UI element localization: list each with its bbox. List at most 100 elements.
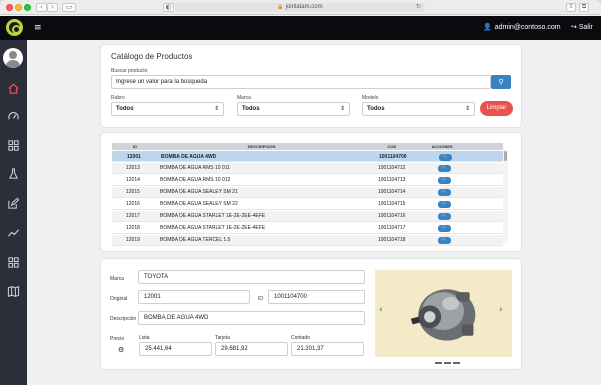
table-row[interactable]: 12017 BOMBA DE AGUA STARLET 1E-2E-2EE-4EF… — [112, 211, 503, 222]
close-window-button[interactable] — [6, 4, 13, 11]
clear-button[interactable]: Limpiar — [480, 101, 513, 116]
modelo-select[interactable]: Todos ⇕ — [362, 102, 475, 116]
table-row[interactable]: 12016 BOMBA DE AGUA SEALEY SM 22 100110471… — [112, 199, 503, 210]
gear-icon[interactable]: ⚙ — [118, 346, 124, 354]
column-header-acciones: ACCIONES — [431, 144, 453, 149]
logout-label: Salir — [578, 24, 593, 31]
tabs-icon[interactable]: ⧉ — [579, 3, 589, 12]
row-description: BOMBA DE AGUA RMS 10 012 — [160, 177, 231, 183]
address-bar[interactable]: 🔒 joinlatam.com — [175, 3, 425, 12]
search-label: Buscar producto — [111, 68, 148, 74]
row-description: BOMBA DE AGUA RMS 10 011 — [160, 165, 230, 171]
edit-icon[interactable] — [7, 197, 20, 210]
table-row[interactable]: 12015 BOMBA DE AGUA SEALEY SM 21 100110471… — [112, 187, 503, 198]
lock-icon: 🔒 — [277, 4, 284, 10]
carousel-indicator[interactable] — [453, 362, 460, 364]
tarjeta-field[interactable]: 29.681,92 — [215, 342, 288, 356]
back-button[interactable]: ‹ — [36, 3, 47, 12]
table-row[interactable]: 12019 BOMBA DE AGUA TERCEL 1.5 1001104718 🛒 — [112, 235, 503, 246]
rubro-select[interactable]: Todos ⇕ — [111, 102, 224, 116]
carousel-indicator[interactable] — [435, 362, 442, 364]
row-description: BOMBA DE AGUA SEALEY SM 21 — [160, 189, 238, 195]
table-scrollbar[interactable] — [503, 150, 508, 243]
scrollbar-thumb[interactable] — [504, 151, 507, 161]
original-label: Original — [110, 296, 128, 302]
row-cod: 1001104716 — [378, 213, 406, 219]
logout-button[interactable]: ↪ Salir — [571, 23, 593, 31]
table-row[interactable]: 12013 BOMBA DE AGUA RMS 10 011 1001104712 🛒 — [112, 163, 503, 174]
user-menu[interactable]: 👤 admin@contoso.com — [483, 23, 561, 31]
table-row[interactable]: 12018 BOMBA DE AGUA STARLET 1E-2E-2EE-4EF… — [112, 223, 503, 234]
forward-button[interactable]: › — [47, 3, 58, 12]
logout-icon: ↪ — [571, 23, 577, 31]
descripcion-field[interactable]: BOMBA DE AGUA 4WD — [138, 311, 365, 325]
dashboard-gauge-icon[interactable] — [7, 110, 20, 123]
browser-toolbar: ‹ › ▭ ◐ 🔒 joinlatam.com ↻ ⇪ ⧉ — [0, 0, 601, 15]
column-header-cod[interactable]: COD — [365, 143, 419, 150]
add-to-cart-button[interactable]: 🛒 — [438, 213, 451, 220]
add-to-cart-button[interactable]: 🛒 — [438, 201, 451, 208]
rubro-value: Todos — [116, 106, 134, 112]
row-cod: 1001104715 — [378, 201, 406, 207]
add-to-cart-button[interactable]: 🛒 — [438, 165, 451, 172]
sidebar — [0, 40, 27, 385]
reload-icon[interactable]: ↻ — [416, 3, 421, 10]
home-icon[interactable] — [7, 82, 20, 95]
row-cod: 1001104717 — [378, 225, 406, 231]
chevron-updown-icon: ⇕ — [213, 105, 219, 112]
marca-select[interactable]: Todos ⇕ — [237, 102, 350, 116]
chevron-updown-icon: ⇕ — [339, 105, 345, 112]
water-pump-image — [410, 289, 476, 341]
original-field[interactable]: 12001 — [138, 290, 250, 304]
table-row[interactable]: 12001 BOMBA DE AGUA 4WD 1001104700 🛒 — [112, 151, 503, 162]
cart-icon: 🛒 — [441, 189, 448, 195]
marca-label: Marca — [237, 95, 251, 101]
row-cod: 1001104714 — [378, 189, 406, 195]
map-icon[interactable] — [7, 285, 20, 298]
add-to-cart-button[interactable]: 🛒 — [438, 237, 451, 244]
flask-icon[interactable] — [7, 167, 20, 180]
menu-icon[interactable]: ≡ — [34, 23, 42, 33]
contado-field[interactable]: 21.201,37 — [291, 342, 364, 356]
row-id: 12014 — [126, 177, 140, 183]
avatar[interactable] — [3, 48, 23, 68]
cart-icon: 🛒 — [441, 225, 448, 231]
cart-icon: 🛒 — [442, 154, 449, 160]
table-row[interactable]: 12014 BOMBA DE AGUA RMS 10 012 1001104713 🛒 — [112, 175, 503, 186]
modelo-label: Modelo — [362, 95, 379, 101]
cart-icon: 🛒 — [441, 201, 448, 207]
chart-line-icon[interactable] — [7, 226, 20, 239]
row-id: 12016 — [126, 201, 140, 207]
add-to-cart-button[interactable]: 🛒 — [438, 225, 451, 232]
row-cod: 1001104713 — [378, 177, 406, 183]
table-header: ID DESCRIPCION COD ACCIONES — [112, 143, 503, 150]
search-button[interactable]: ⚲ — [491, 75, 511, 89]
marca-field[interactable]: TOYOTA — [138, 270, 365, 284]
sidebar-toggle-icon[interactable]: ▭ — [62, 3, 76, 12]
column-header-descripcion[interactable]: DESCRIPCION — [158, 143, 365, 150]
marca-detail-label: Marca — [110, 276, 124, 282]
add-to-cart-button[interactable]: 🛒 — [438, 189, 451, 196]
grid-icon[interactable] — [7, 139, 20, 152]
modelo-value: Todos — [367, 106, 385, 112]
minimize-window-button[interactable] — [15, 4, 22, 11]
chevron-right-icon[interactable]: › — [499, 305, 503, 315]
row-cod: 1001104712 — [378, 165, 406, 171]
share-icon[interactable]: ⇪ — [566, 3, 576, 12]
page-title: Catálogo de Productos — [111, 52, 193, 61]
cart-icon: 🛒 — [441, 165, 448, 171]
search-input[interactable]: Ingrese un valor para la búsqueda — [111, 75, 491, 89]
column-header-id[interactable]: ID — [112, 143, 158, 150]
lista-field[interactable]: 25.441,64 — [139, 342, 212, 356]
row-id: 12013 — [126, 165, 140, 171]
apps-grid-icon[interactable] — [7, 256, 20, 269]
add-to-cart-button[interactable]: 🛒 — [439, 154, 452, 161]
shield-icon[interactable]: ◐ — [163, 3, 174, 12]
maximize-window-button[interactable] — [24, 4, 31, 11]
carousel-indicator[interactable] — [444, 362, 451, 364]
id-field[interactable]: 1001104700 — [268, 290, 365, 304]
add-to-cart-button[interactable]: 🛒 — [438, 177, 451, 184]
chevron-left-icon[interactable]: ‹ — [379, 305, 383, 315]
logo-icon — [6, 19, 23, 36]
rubro-label: Rubro — [111, 95, 125, 101]
